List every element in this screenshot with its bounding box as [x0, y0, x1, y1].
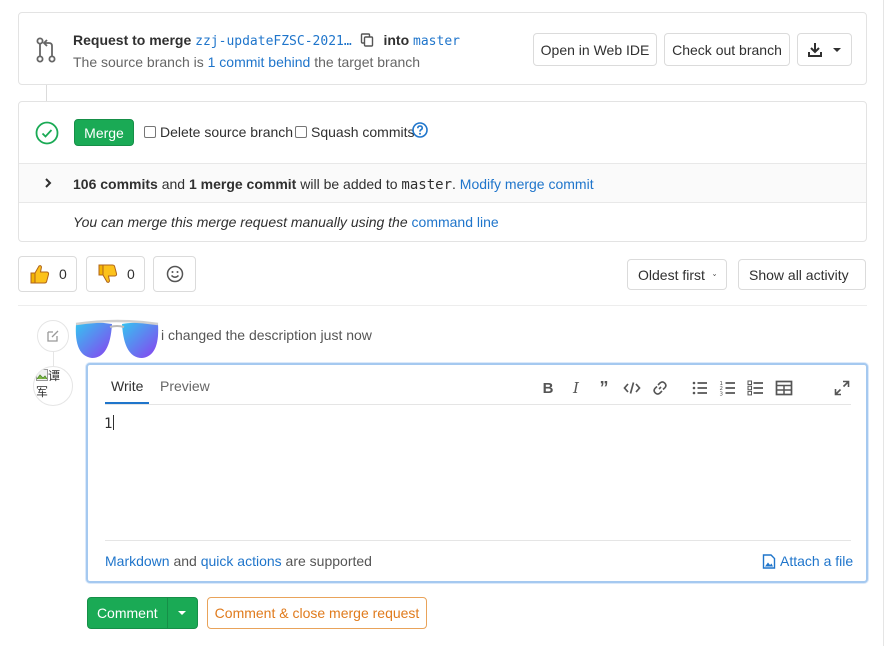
branch-status-prefix: The source branch is: [73, 54, 208, 70]
summary-dot: .: [452, 176, 460, 192]
sunglasses-overlay: [72, 318, 162, 360]
broken-image-icon: [36, 369, 48, 381]
thumbs-up-award-button[interactable]: 0: [18, 256, 77, 292]
branch-status-suffix: the target branch: [310, 54, 421, 70]
commits-behind-link[interactable]: 1 commit behind: [208, 54, 311, 70]
comment-close-button[interactable]: Comment & close merge request: [207, 597, 427, 629]
thumbs-down-award-button[interactable]: 0: [86, 256, 145, 292]
code-icon[interactable]: [623, 379, 641, 397]
thumbs-down-count: 0: [127, 266, 135, 282]
quick-actions-link[interactable]: quick actions: [201, 553, 282, 569]
tab-write[interactable]: Write: [105, 378, 150, 404]
notes-divider: [18, 305, 867, 306]
merge-button[interactable]: Merge: [74, 119, 134, 146]
manual-merge-text: You can merge this merge request manuall…: [73, 214, 412, 230]
check-circle-icon: [35, 121, 59, 145]
timeline-connector: [46, 85, 47, 101]
comment-textarea-value: 1: [104, 416, 113, 432]
activity-filter-dropdown[interactable]: Show all activity: [738, 259, 866, 290]
copy-icon[interactable]: [360, 33, 374, 47]
command-line-link[interactable]: command line: [412, 214, 499, 230]
merge-target-branch: master: [401, 177, 452, 193]
tabs-rule: [105, 404, 851, 405]
page-edge: [883, 0, 884, 646]
pencil-square-icon: [47, 330, 59, 342]
avatar-alt-text-1: 谭: [48, 369, 61, 383]
text-cursor: [113, 415, 115, 430]
merge-request-header: Request to merge zzj-updateFZSC-2021… in…: [18, 12, 867, 85]
supported-label: are supported: [281, 553, 372, 569]
thumbs-down-icon: [98, 264, 118, 283]
chevron-down-icon: [178, 611, 187, 615]
chevron-down-icon: [713, 273, 716, 276]
open-web-ide-button[interactable]: Open in Web IDE: [533, 33, 657, 66]
fullscreen-icon[interactable]: [833, 379, 851, 397]
numbered-list-icon[interactable]: 1 2 3: [719, 379, 737, 397]
markdown-and: and: [169, 553, 201, 569]
commits-count: 106 commits: [73, 176, 158, 192]
link-icon[interactable]: [651, 379, 669, 397]
will-be-added-label: will be added to: [296, 176, 402, 192]
add-reaction-button[interactable]: [153, 256, 196, 292]
table-icon[interactable]: [775, 379, 793, 397]
markdown-link[interactable]: Markdown: [105, 553, 170, 569]
request-to-merge-label: Request to merge: [73, 32, 192, 48]
comment-button[interactable]: Comment: [88, 605, 167, 621]
svg-text:3: 3: [720, 392, 724, 398]
system-note-text: i changed the description just now: [161, 327, 372, 343]
manual-merge-hint: You can merge this merge request manuall…: [73, 214, 499, 230]
check-out-branch-button[interactable]: Check out branch: [664, 33, 790, 66]
commits-and: and: [157, 176, 189, 192]
sort-order-dropdown[interactable]: Oldest first: [627, 259, 727, 290]
chevron-right-icon[interactable]: [43, 177, 53, 189]
branch-status: The source branch is 1 commit behind the…: [73, 54, 420, 70]
avatar[interactable]: 谭 军: [33, 366, 73, 406]
delete-source-branch-label[interactable]: Delete source branch: [160, 124, 293, 140]
delete-source-branch-checkbox[interactable]: [144, 126, 156, 138]
commits-summary-row[interactable]: 106 commits and 1 merge commit will be a…: [19, 163, 866, 203]
comment-type-dropdown[interactable]: [168, 609, 197, 617]
bold-icon[interactable]: B: [539, 379, 557, 397]
merge-request-title: Request to merge zzj-updateFZSC-2021… in…: [73, 32, 460, 49]
system-note-badge: [37, 320, 69, 352]
into-label: into: [383, 32, 410, 48]
modify-merge-commit-link[interactable]: Modify merge commit: [460, 176, 594, 192]
activity-filter-label: Show all activity: [749, 266, 849, 283]
markdown-hint: Markdown and quick actions are supported: [105, 553, 372, 569]
comment-textarea[interactable]: 1: [104, 415, 115, 432]
merge-request-icon: [36, 37, 56, 63]
thumbs-up-count: 0: [59, 266, 67, 282]
avatar-alt-text-2: 军: [36, 385, 49, 399]
smiley-icon: [166, 265, 183, 283]
merge-widget: Merge Delete source branch Squash commit…: [18, 101, 867, 242]
question-circle-icon[interactable]: [412, 122, 428, 138]
download-dropdown-button[interactable]: [797, 33, 852, 66]
quote-icon[interactable]: ”: [595, 378, 613, 398]
attach-file-button[interactable]: Attach a file: [762, 553, 853, 569]
squash-commits-checkbox[interactable]: [295, 126, 307, 138]
image-icon: [762, 553, 776, 569]
italic-icon[interactable]: I: [567, 379, 585, 397]
tab-preview[interactable]: Preview: [154, 378, 216, 404]
commits-summary: 106 commits and 1 merge commit will be a…: [73, 176, 594, 193]
editor-footer-rule: [105, 540, 851, 541]
bullet-list-icon[interactable]: [691, 379, 709, 397]
merge-commit-count: 1 merge commit: [188, 176, 297, 192]
download-icon: [808, 42, 822, 57]
comment-editor: Write Preview B I ” 1 2 3 1 Markdown and…: [86, 363, 868, 583]
source-branch-link[interactable]: zzj-updateFZSC-2021…: [195, 34, 352, 49]
target-branch-link[interactable]: master: [413, 34, 460, 49]
comment-split-button: Comment: [87, 597, 198, 629]
chevron-down-icon: [833, 47, 841, 52]
squash-commits-label[interactable]: Squash commits: [311, 124, 414, 140]
thumbs-up-icon: [30, 265, 50, 284]
sort-order-label: Oldest first: [638, 266, 705, 283]
task-list-icon[interactable]: [747, 379, 765, 397]
attach-file-label: Attach a file: [780, 553, 854, 569]
